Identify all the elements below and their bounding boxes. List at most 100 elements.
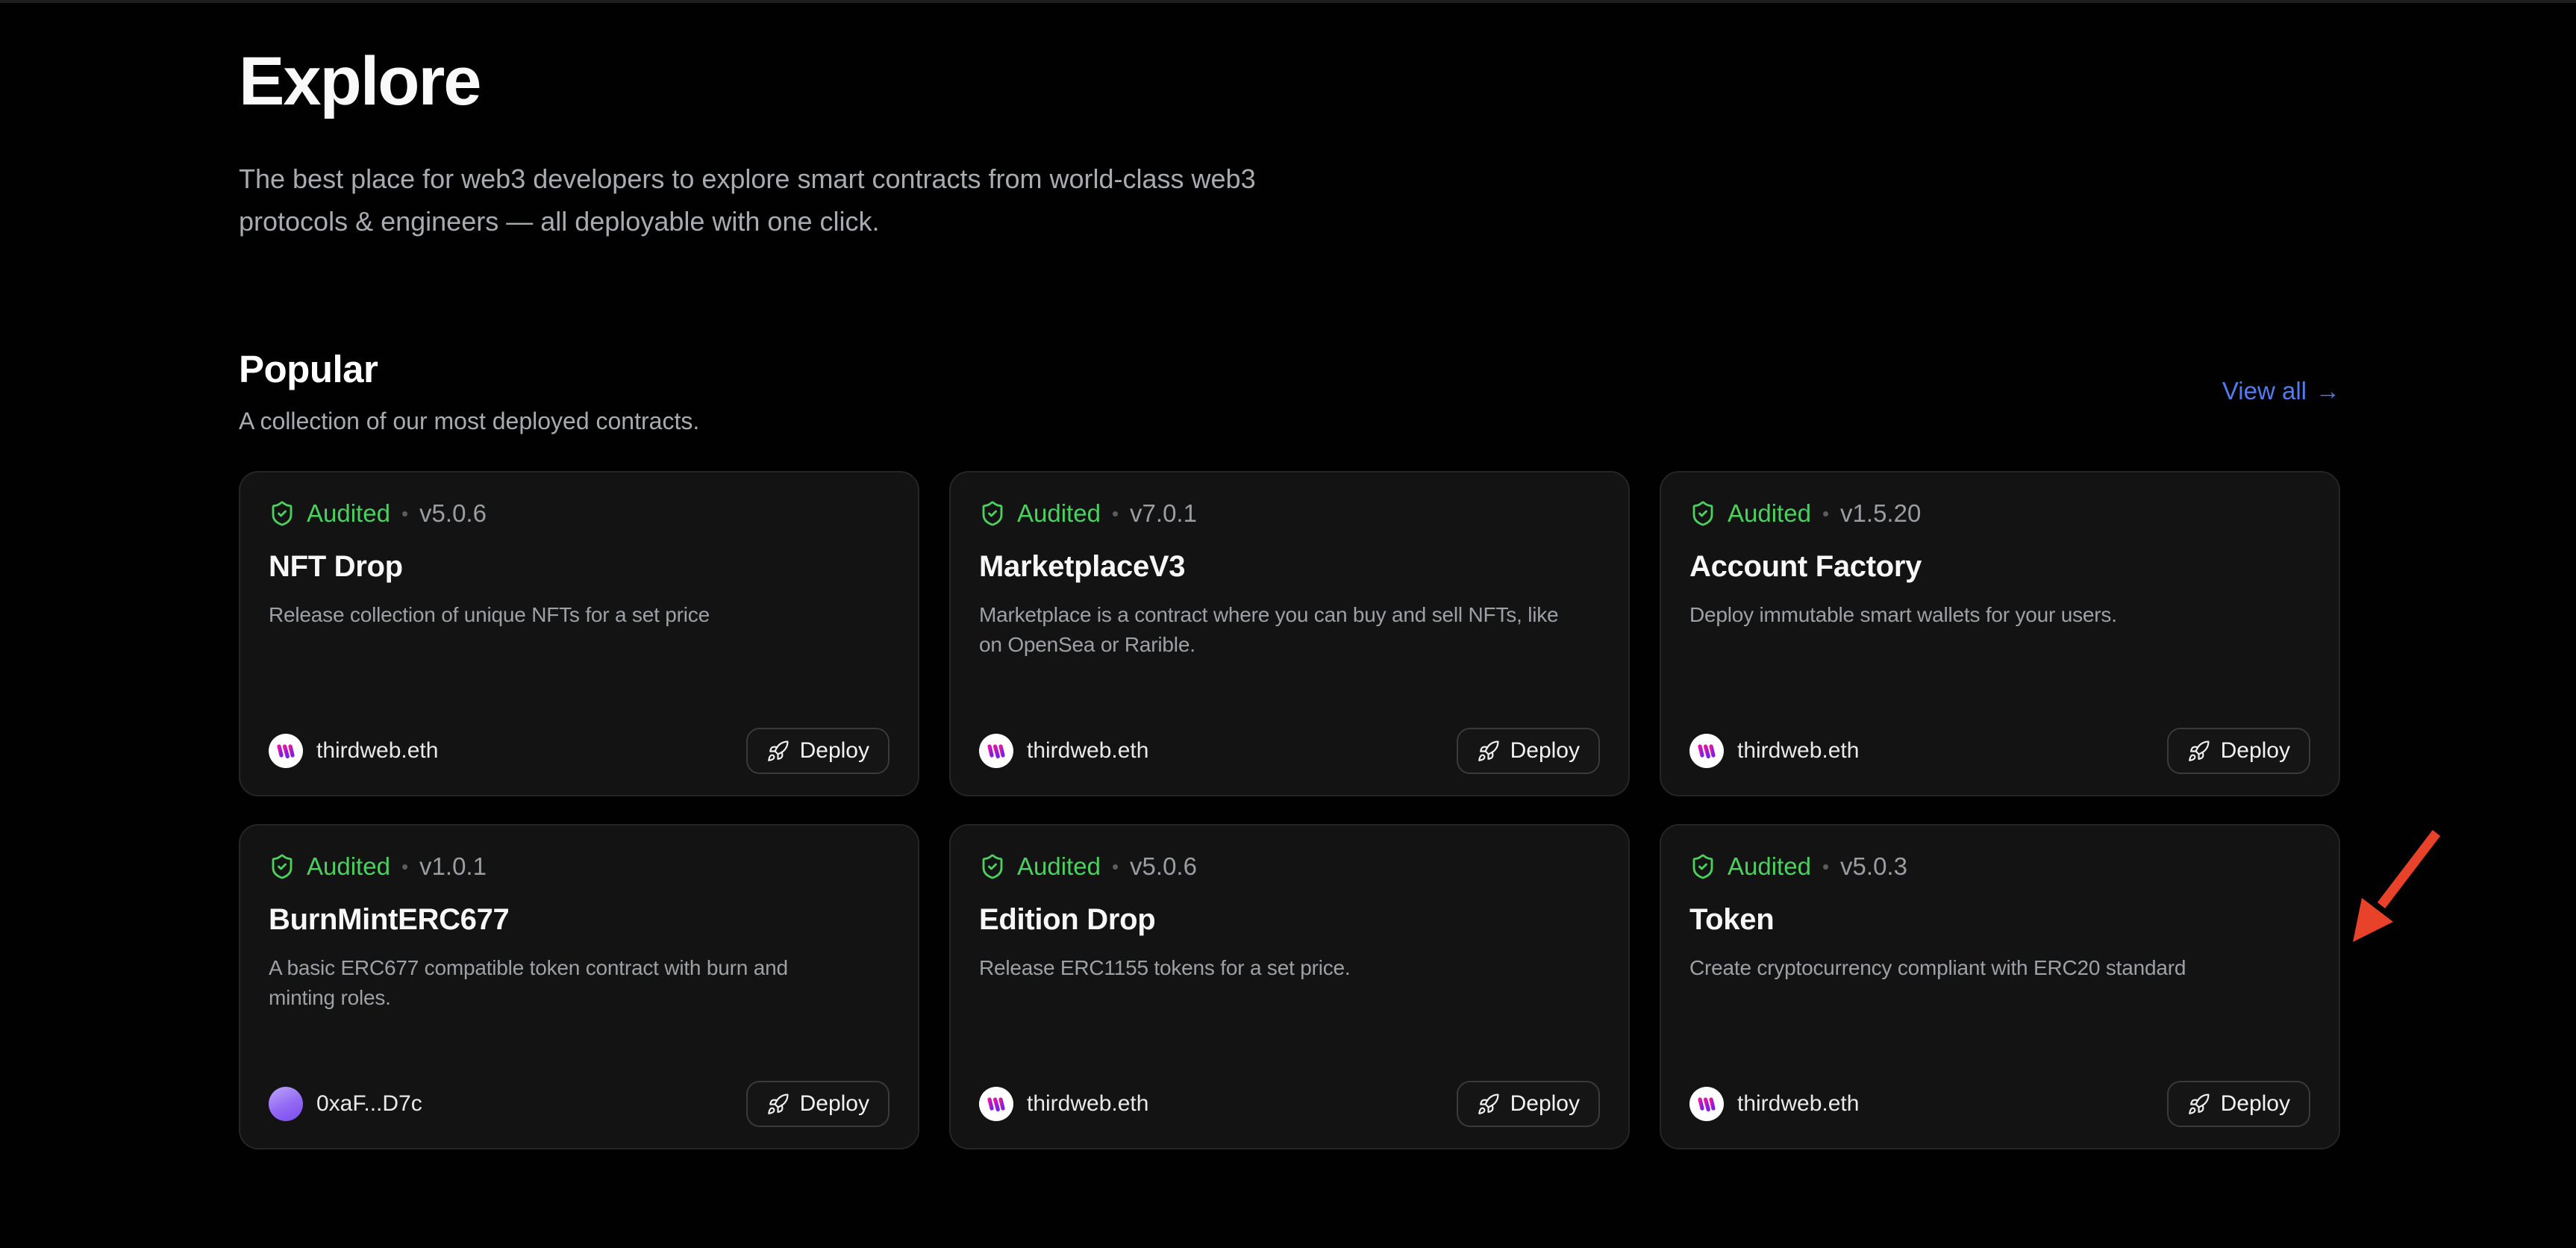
deploy-label: Deploy <box>2221 1091 2290 1117</box>
contract-description: A basic ERC677 compatible token contract… <box>269 953 890 1013</box>
card-footer: thirdweb.eth Deploy <box>269 728 890 774</box>
contract-title: Token <box>1689 903 2310 937</box>
publisher-name: thirdweb.eth <box>1737 1091 1859 1117</box>
deploy-label: Deploy <box>1510 738 1580 764</box>
audited-badge: Audited <box>1728 852 1811 881</box>
card-footer: thirdweb.eth Deploy <box>1689 728 2310 774</box>
section-title: Popular <box>239 347 699 391</box>
deploy-button[interactable]: Deploy <box>1457 728 1600 774</box>
contract-description: Deploy immutable smart wallets for your … <box>1689 600 2310 630</box>
dot-separator: • <box>1112 857 1119 876</box>
audited-badge: Audited <box>1728 499 1811 528</box>
deploy-button[interactable]: Deploy <box>746 728 890 774</box>
publisher-link[interactable]: 0xaF...D7c <box>269 1087 422 1121</box>
contract-title: Edition Drop <box>979 903 1600 937</box>
version-label: v5.0.6 <box>1130 852 1197 881</box>
deploy-label: Deploy <box>2221 738 2290 764</box>
card-footer: 0xaF...D7c Deploy <box>269 1081 890 1127</box>
deploy-button[interactable]: Deploy <box>746 1081 890 1127</box>
audited-badge: Audited <box>307 852 390 881</box>
shield-check-icon <box>1689 500 1716 527</box>
badge-row: Audited • v5.0.6 <box>979 852 1600 881</box>
deploy-label: Deploy <box>800 738 869 764</box>
contract-title: Account Factory <box>1689 550 2310 584</box>
rocket-icon <box>766 740 790 763</box>
contract-description: Create cryptocurrency compliant with ERC… <box>1689 953 2310 983</box>
badge-row: Audited • v7.0.1 <box>979 499 1600 528</box>
address-gradient-avatar <box>269 1087 303 1121</box>
contract-card-marketplacev3[interactable]: Audited • v7.0.1 MarketplaceV3 Marketpla… <box>949 471 1630 796</box>
contract-title: NFT Drop <box>269 550 890 584</box>
shield-check-icon <box>269 500 296 527</box>
deploy-label: Deploy <box>1510 1091 1580 1117</box>
dot-separator: • <box>401 857 408 876</box>
dot-separator: • <box>1822 857 1829 876</box>
contract-description: Release ERC1155 tokens for a set price. <box>979 953 1600 983</box>
version-label: v1.0.1 <box>419 852 487 881</box>
view-all-label: View all <box>2222 377 2307 405</box>
contract-card-nft-drop[interactable]: Audited • v5.0.6 NFT Drop Release collec… <box>239 471 919 796</box>
card-footer: thirdweb.eth Deploy <box>979 1081 1600 1127</box>
badge-row: Audited • v5.0.3 <box>1689 852 2310 881</box>
shield-check-icon <box>1689 853 1716 880</box>
contract-card-edition-drop[interactable]: Audited • v5.0.6 Edition Drop Release ER… <box>949 824 1630 1149</box>
contract-description: Release collection of unique NFTs for a … <box>269 600 890 630</box>
view-all-link[interactable]: View all → <box>2222 377 2340 405</box>
thirdweb-logo-icon <box>1689 1087 1724 1121</box>
contract-title: BurnMintERC677 <box>269 903 890 937</box>
shield-check-icon <box>269 853 296 880</box>
badge-row: Audited • v5.0.6 <box>269 499 890 528</box>
version-label: v5.0.6 <box>419 499 487 528</box>
shield-check-icon <box>979 853 1006 880</box>
version-label: v1.5.20 <box>1840 499 1921 528</box>
contract-card-account-factory[interactable]: Audited • v1.5.20 Account Factory Deploy… <box>1660 471 2340 796</box>
publisher-link[interactable]: thirdweb.eth <box>1689 1087 1859 1121</box>
deploy-button[interactable]: Deploy <box>1457 1081 1600 1127</box>
rocket-icon <box>1477 1093 1500 1116</box>
publisher-name: thirdweb.eth <box>1027 1091 1148 1117</box>
audited-badge: Audited <box>1017 499 1101 528</box>
thirdweb-logo-icon <box>269 734 303 768</box>
deploy-label: Deploy <box>800 1091 869 1117</box>
contract-description: Marketplace is a contract where you can … <box>979 600 1600 660</box>
rocket-icon <box>2187 1093 2210 1116</box>
rocket-icon <box>1477 740 1500 763</box>
shield-check-icon <box>979 500 1006 527</box>
explore-page: Explore The best place for web3 develope… <box>239 0 2340 1149</box>
badge-row: Audited • v1.0.1 <box>269 852 890 881</box>
audited-badge: Audited <box>1017 852 1101 881</box>
version-label: v7.0.1 <box>1130 499 1197 528</box>
rocket-icon <box>766 1093 790 1116</box>
publisher-link[interactable]: thirdweb.eth <box>979 1087 1148 1121</box>
version-label: v5.0.3 <box>1840 852 1907 881</box>
publisher-name: thirdweb.eth <box>1027 738 1148 764</box>
card-footer: thirdweb.eth Deploy <box>979 728 1600 774</box>
card-footer: thirdweb.eth Deploy <box>1689 1081 2310 1127</box>
thirdweb-logo-icon <box>1689 734 1724 768</box>
publisher-name: 0xaF...D7c <box>316 1091 422 1117</box>
publisher-name: thirdweb.eth <box>316 738 438 764</box>
publisher-link[interactable]: thirdweb.eth <box>269 734 438 768</box>
popular-section-titles: Popular A collection of our most deploye… <box>239 347 699 435</box>
arrow-right-icon: → <box>2316 377 2340 405</box>
thirdweb-logo-icon <box>979 734 1013 768</box>
publisher-name: thirdweb.eth <box>1737 738 1859 764</box>
audited-badge: Audited <box>307 499 390 528</box>
dot-separator: • <box>1822 504 1829 523</box>
dot-separator: • <box>401 504 408 523</box>
contract-title: MarketplaceV3 <box>979 550 1600 584</box>
thirdweb-logo-icon <box>979 1087 1013 1121</box>
contract-card-token[interactable]: Audited • v5.0.3 Token Create cryptocurr… <box>1660 824 2340 1149</box>
publisher-link[interactable]: thirdweb.eth <box>1689 734 1859 768</box>
contracts-grid: Audited • v5.0.6 NFT Drop Release collec… <box>239 471 2340 1149</box>
red-arrow-pointer <box>2326 821 2445 955</box>
deploy-button[interactable]: Deploy <box>2167 728 2310 774</box>
dot-separator: • <box>1112 504 1119 523</box>
section-subtitle: A collection of our most deployed contra… <box>239 408 699 435</box>
contract-card-burnminterc677[interactable]: Audited • v1.0.1 BurnMintERC677 A basic … <box>239 824 919 1149</box>
page-title: Explore <box>239 43 2340 120</box>
publisher-link[interactable]: thirdweb.eth <box>979 734 1148 768</box>
deploy-button[interactable]: Deploy <box>2167 1081 2310 1127</box>
badge-row: Audited • v1.5.20 <box>1689 499 2310 528</box>
popular-section-header: Popular A collection of our most deploye… <box>239 347 2340 435</box>
